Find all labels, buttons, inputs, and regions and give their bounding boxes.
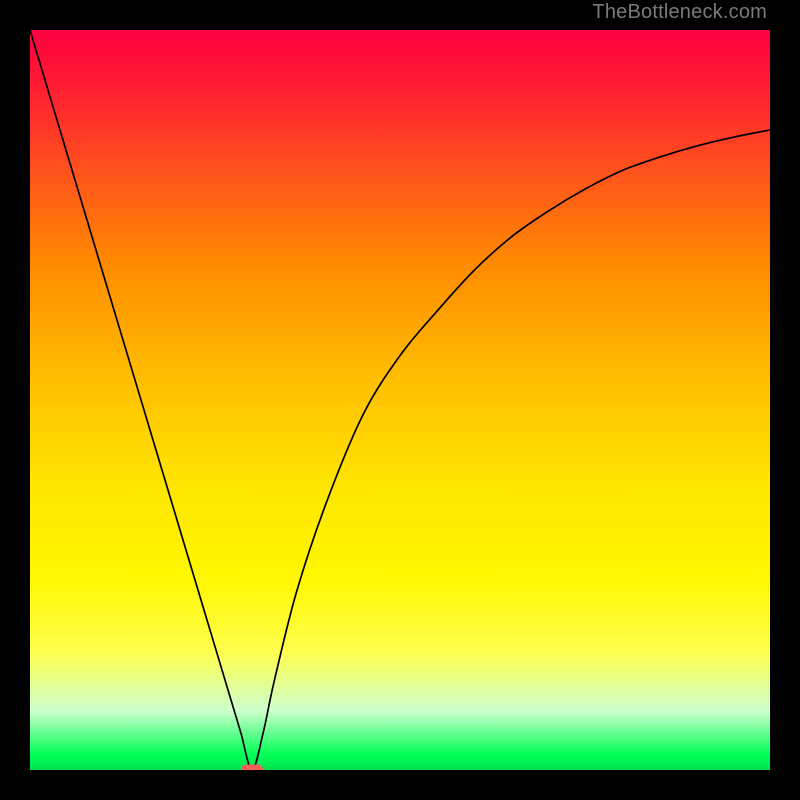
curve-svg	[30, 30, 770, 770]
bottleneck-curve	[30, 30, 770, 770]
minimum-marker	[241, 765, 263, 771]
watermark-text: TheBottleneck.com	[592, 1, 767, 24]
chart-container	[30, 30, 770, 770]
plot-area	[30, 30, 770, 770]
